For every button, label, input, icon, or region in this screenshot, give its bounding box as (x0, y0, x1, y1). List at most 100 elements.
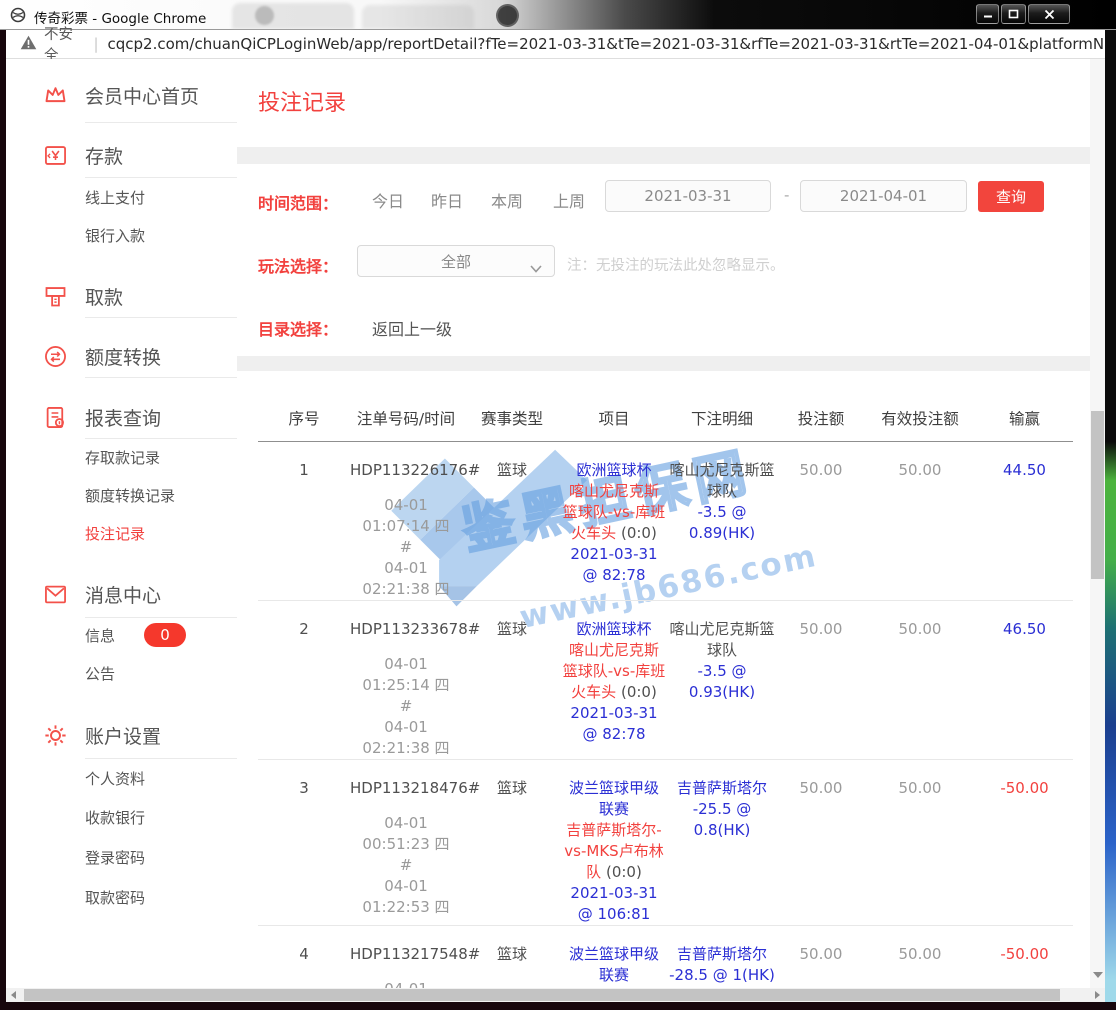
valid-bet-amount: 50.00 (864, 760, 976, 799)
background-tab-ghost (232, 3, 354, 29)
horizontal-scrollbar[interactable] (6, 988, 1105, 1002)
background-favicon-ghost (255, 6, 274, 25)
quick-link-today[interactable]: 今日 (372, 188, 404, 212)
play-type-label: 玩法选择： (258, 253, 338, 277)
event-detail: 波兰篮球甲级联赛 吉普萨斯塔尔-vs-MKS卢布林队 (0:0) 2021-03… (562, 760, 666, 925)
bet-amount: 50.00 (778, 442, 864, 481)
sidebar-item-bank-deposit[interactable]: 银行入款 (85, 225, 145, 246)
bet-detail: 喀山尤尼克斯篮球队 -3.5 @ 0.93(HK) (666, 601, 778, 703)
withdraw-icon (42, 283, 69, 310)
scroll-right-arrow-icon[interactable] (1095, 991, 1100, 999)
table-row: 2 HDP113233678# 04-01 01:25:14 四#04-01 0… (258, 600, 1073, 759)
sidebar-divider (85, 617, 237, 618)
title-bar: 传奇彩票 - Google Chrome (0, 0, 1116, 30)
sport-type: 篮球 (462, 601, 562, 640)
main-area: 投注记录 时间范围： 今日 昨日 本周 上周 - 查询 玩法选择： 全部 (237, 59, 1090, 988)
header-valid-amount: 有效投注额 (864, 407, 976, 429)
sidebar-item-transfer-records[interactable]: 额度转换记录 (85, 485, 175, 506)
sidebar-item-online-payment[interactable]: 线上支付 (85, 187, 145, 208)
page-content: 会员中心首页 存款 线上支付 银行入款 取款 (6, 59, 1090, 988)
sidebar: 会员中心首页 存款 线上支付 银行入款 取款 (6, 59, 237, 988)
sidebar-item-deposit-withdraw-records[interactable]: 存取款记录 (85, 447, 160, 468)
header-win-loss: 输赢 (976, 407, 1073, 429)
sidebar-divider (85, 758, 237, 759)
valid-bet-amount: 50.00 (864, 442, 976, 481)
header-no: 序号 (258, 407, 350, 429)
window-border-right (1105, 30, 1116, 1010)
sidebar-item-login-password[interactable]: 登录密码 (85, 847, 145, 868)
sidebar-item-betting-records[interactable]: 投注记录 (85, 523, 145, 544)
sidebar-item-withdraw-password[interactable]: 取款密码 (85, 887, 145, 908)
sport-type: 篮球 (462, 442, 562, 481)
warning-triangle-icon (20, 35, 37, 54)
page-globe-icon (10, 7, 26, 23)
header-amount: 投注额 (778, 407, 864, 429)
page-url[interactable]: cqcp2.com/chuanQiCPLoginWeb/app/reportDe… (108, 35, 1105, 53)
table-row: 1 HDP113226176# 04-01 01:07:14 四#04-01 0… (258, 442, 1073, 600)
header-event: 项目 (562, 407, 666, 429)
event-detail: 欧洲篮球杯 喀山尤尼克斯篮球队-vs-库班火车头 (0:0) 2021-03-3… (562, 601, 666, 745)
browser-window: 传奇彩票 - Google Chrome 不安全 | cqcp2.com/chu… (0, 0, 1116, 1010)
back-to-parent-link[interactable]: 返回上一级 (372, 316, 452, 340)
bet-detail: 喀山尤尼克斯篮球队 -3.5 @ 0.89(HK) (666, 442, 778, 544)
bet-detail: 吉普萨斯塔尔 -28.5 @ 1(HK) (666, 926, 778, 986)
header-bet-detail: 下注明细 (666, 407, 778, 429)
message-count-badge: 0 (144, 623, 186, 647)
bet-amount: 50.00 (778, 760, 864, 799)
filter-panel: 时间范围： 今日 昨日 本周 上周 - 查询 玩法选择： 全部 注：无投注的玩法… (237, 164, 1090, 356)
play-type-select[interactable]: 全部 (357, 245, 555, 277)
date-from-input[interactable] (605, 180, 771, 212)
window-controls (976, 4, 1070, 24)
urlbar-divider: | (93, 35, 98, 53)
row-number: 2 (258, 601, 350, 640)
sidebar-item-profile[interactable]: 个人资料 (85, 768, 145, 789)
report-icon (42, 404, 69, 431)
vertical-scrollbar[interactable] (1090, 59, 1105, 988)
order-id-time: HDP113217548# 04-01 00:50:01 四#04-01 01:… (350, 926, 462, 988)
date-to-input[interactable] (800, 180, 967, 212)
row-number: 3 (258, 760, 350, 799)
minimize-button[interactable] (976, 4, 999, 24)
event-detail: 欧洲篮球杯 喀山尤尼克斯篮球队-vs-库班火车头 (0:0) 2021-03-3… (562, 442, 666, 586)
order-id-time: HDP113226176# 04-01 01:07:14 四#04-01 02:… (350, 442, 462, 600)
envelope-icon (42, 581, 69, 608)
page-title: 投注记录 (237, 59, 1090, 117)
bet-detail: 吉普萨斯塔尔 -25.5 @ 0.8(HK) (666, 760, 778, 841)
win-loss: 46.50 (976, 601, 1073, 640)
sidebar-divider (85, 122, 237, 123)
quick-link-last-week[interactable]: 上周 (553, 188, 585, 212)
window-border-bottom (0, 1002, 1116, 1010)
address-bar[interactable]: 不安全 | cqcp2.com/chuanQiCPLoginWeb/app/re… (6, 30, 1105, 59)
table-row: 4 HDP113217548# 04-01 00:50:01 四#04-01 0… (258, 925, 1073, 988)
background-button-ghost (496, 4, 519, 27)
sidebar-item-receiving-bank[interactable]: 收款银行 (85, 807, 145, 828)
close-button[interactable] (1028, 4, 1070, 24)
page-title-panel: 投注记录 (237, 59, 1090, 147)
order-id-time: HDP113233678# 04-01 01:25:14 四#04-01 02:… (350, 601, 462, 759)
search-button[interactable]: 查询 (978, 181, 1044, 212)
scroll-left-arrow-icon[interactable] (11, 991, 16, 999)
quick-link-yesterday[interactable]: 昨日 (431, 188, 463, 212)
deposit-icon (42, 142, 69, 169)
directory-label: 目录选择： (258, 316, 338, 340)
valid-bet-amount: 50.00 (864, 926, 976, 965)
gear-icon (42, 722, 69, 749)
horizontal-scrollbar-thumb[interactable] (24, 989, 1060, 1001)
table-header-row: 序号 注单号码/时间 赛事类型 项目 下注明细 投注额 有效投注额 输赢 (258, 371, 1073, 442)
sport-type: 篮球 (462, 926, 562, 965)
maximize-button[interactable] (1001, 4, 1026, 24)
sport-type: 篮球 (462, 760, 562, 799)
event-detail: 波兰篮球甲级联赛 吉普萨斯塔尔-vs-MKS卢布林队 (0:0) 2021-03… (562, 926, 666, 988)
sidebar-divider (85, 177, 237, 178)
quick-link-this-week[interactable]: 本周 (491, 188, 523, 212)
bet-amount: 50.00 (778, 926, 864, 965)
vertical-scrollbar-thumb[interactable] (1091, 411, 1104, 579)
win-loss: -50.00 (976, 926, 1073, 965)
sidebar-item-messages[interactable]: 信息 0 (85, 623, 186, 647)
sidebar-item-announcements[interactable]: 公告 (85, 663, 115, 684)
records-table-panel: 鉴黑担保网 www.jb686.com 序号 注单号码/时间 赛事类型 项目 下… (237, 371, 1090, 988)
scroll-down-arrow-icon[interactable] (1093, 972, 1103, 978)
order-id-time: HDP113218476# 04-01 00:51:23 四#04-01 01:… (350, 760, 462, 918)
bet-amount: 50.00 (778, 601, 864, 640)
chevron-down-icon (530, 258, 542, 277)
